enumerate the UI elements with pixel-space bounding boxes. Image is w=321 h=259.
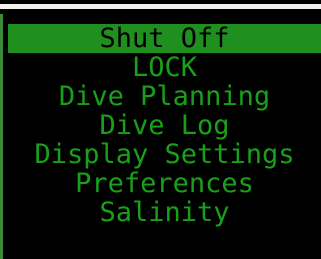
menu-item-lock[interactable]: LOCK — [8, 53, 321, 82]
left-edge-indicator — [0, 14, 3, 259]
main-menu: Shut Off LOCK Dive Planning Dive Log Dis… — [8, 24, 321, 227]
top-divider — [0, 4, 321, 9]
menu-item-shut-off[interactable]: Shut Off — [8, 24, 321, 53]
menu-item-dive-planning[interactable]: Dive Planning — [8, 82, 321, 111]
menu-item-salinity[interactable]: Salinity — [8, 198, 321, 227]
menu-item-preferences[interactable]: Preferences — [8, 169, 321, 198]
dive-computer-screen: Shut Off LOCK Dive Planning Dive Log Dis… — [0, 0, 321, 259]
menu-item-display-settings[interactable]: Display Settings — [8, 140, 321, 169]
menu-item-dive-log[interactable]: Dive Log — [8, 111, 321, 140]
